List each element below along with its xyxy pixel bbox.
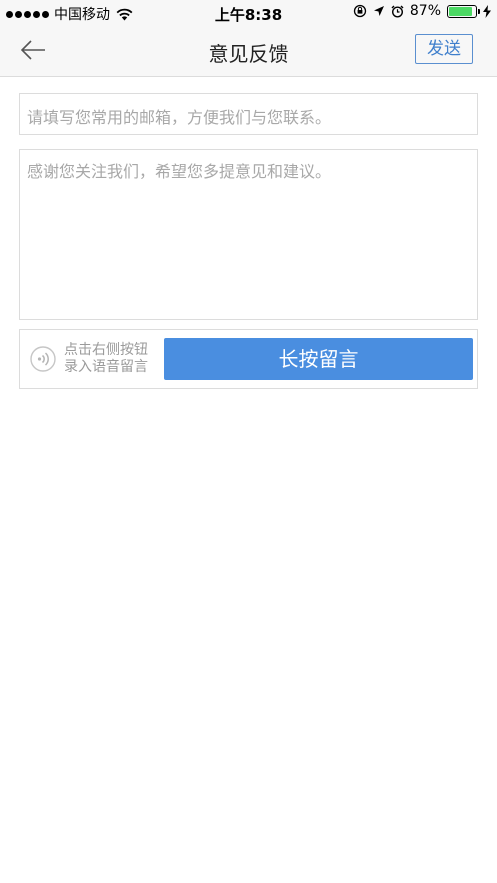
- battery-level: [449, 6, 472, 16]
- status-bar: 中国移动 上午8:38 87%: [0, 0, 497, 26]
- voice-wave-icon: [30, 346, 56, 372]
- voice-hint-line: 录入语音留言: [64, 359, 148, 375]
- voice-message-panel: 点击右侧按钮 录入语音留言 长按留言: [19, 329, 478, 389]
- battery-percent: 87%: [409, 3, 441, 19]
- nav-bar: 意见反馈 发送: [0, 26, 497, 77]
- voice-hint: 点击右侧按钮 录入语音留言: [64, 342, 148, 376]
- message-field[interactable]: 感谢您关注我们，希望您多提意见和建议。: [19, 149, 478, 320]
- voice-hint-line: 点击右侧按钮: [64, 342, 148, 358]
- status-right: 87%: [353, 3, 491, 19]
- send-button[interactable]: 发送: [415, 34, 473, 64]
- battery-tip: [478, 8, 480, 14]
- battery-icon: [447, 4, 480, 18]
- email-field[interactable]: 请填写您常用的邮箱，方便我们与您联系。: [19, 93, 478, 135]
- alarm-clock-icon: [391, 5, 404, 18]
- location-arrow-icon: [373, 6, 384, 16]
- orientation-lock-icon: [353, 4, 367, 18]
- charging-bolt-icon: [483, 4, 491, 18]
- hold-to-record-button[interactable]: 长按留言: [164, 338, 473, 380]
